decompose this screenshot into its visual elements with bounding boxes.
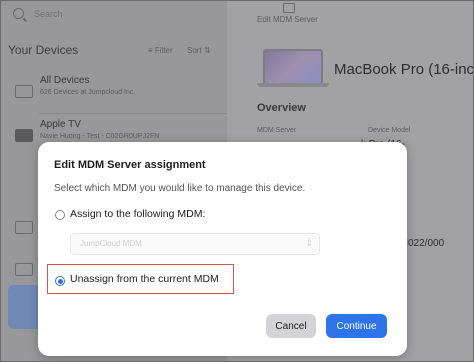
mdm-select[interactable]: JumpCloud MDM ⇕ — [70, 233, 320, 255]
apple-tv-icon — [15, 129, 33, 142]
macbook-image — [263, 49, 323, 85]
device-stack-icon — [15, 85, 33, 98]
sort-label: Sort — [187, 46, 202, 55]
mdm-select-value: JumpCloud MDM — [80, 239, 142, 248]
device-title: All Devices — [40, 75, 90, 86]
device-title: Apple TV — [40, 119, 81, 130]
continue-button[interactable]: Continue — [326, 314, 387, 338]
device-subtitle: 626 Devices at Jumpcloud Inc. — [40, 89, 136, 96]
edit-document-icon — [283, 3, 295, 13]
mdm-server-label: MDM Server — [257, 127, 297, 134]
device-model-label: Device Model — [368, 127, 411, 134]
device-subtitle: Navie Huong - Test - C02GR0UPJ2FN — [40, 133, 160, 140]
search-icon — [13, 8, 24, 19]
device-model-title: MacBook Pro (16-inc — [334, 61, 474, 78]
cancel-button[interactable]: Cancel — [266, 314, 316, 338]
filter-button[interactable]: ≡ Filter — [148, 46, 173, 55]
assign-option-label[interactable]: Assign to the following MDM: — [70, 208, 205, 220]
list-item[interactable]: All Devices 626 Devices at Jumpcloud Inc… — [1, 71, 227, 115]
macbook-base — [257, 83, 329, 87]
sort-button[interactable]: Sort ⇅ — [187, 46, 211, 55]
filter-label: Filter — [154, 46, 173, 55]
unassign-option-label[interactable]: Unassign from the current MDM — [70, 273, 219, 285]
laptop-icon — [15, 221, 33, 234]
app-window: Search Your Devices ≡ Filter Sort ⇅ All … — [0, 0, 474, 362]
unassign-radio[interactable] — [55, 276, 65, 286]
assign-radio[interactable] — [55, 210, 65, 220]
divider — [39, 113, 227, 114]
edit-mdm-server-action[interactable]: Edit MDM Server — [257, 15, 318, 24]
dialog-title: Edit MDM Server assignment — [54, 159, 206, 171]
dialog-description: Select which MDM you would like to manag… — [54, 183, 306, 194]
chevron-updown-icon: ⇕ — [305, 238, 313, 248]
overview-heading: Overview — [257, 102, 306, 114]
edit-mdm-dialog: Edit MDM Server assignment Select which … — [38, 142, 407, 356]
search-input[interactable]: Search — [34, 9, 63, 19]
laptop-icon — [15, 263, 33, 276]
list-item-selected[interactable] — [8, 285, 42, 329]
search-bar[interactable]: Search — [11, 5, 216, 23]
section-title: Your Devices — [8, 43, 79, 57]
